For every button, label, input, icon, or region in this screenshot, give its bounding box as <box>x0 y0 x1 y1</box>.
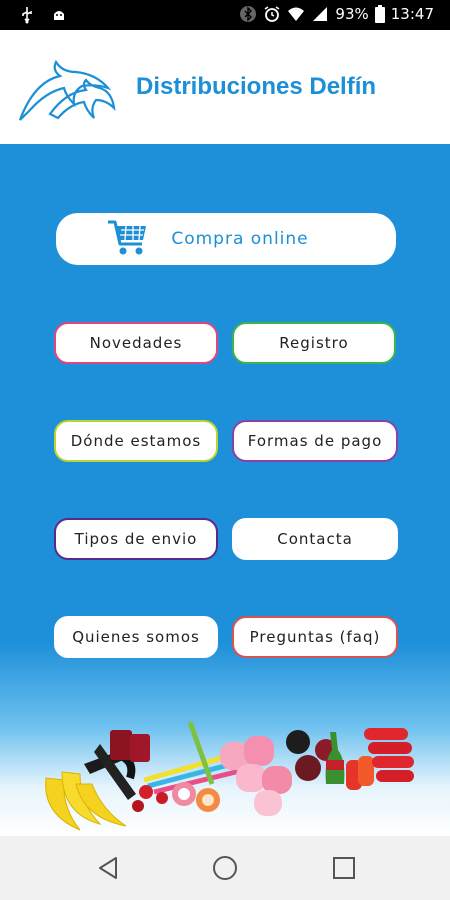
signal-icon <box>313 7 328 21</box>
tipos-de-envio-button[interactable]: Tipos de envio <box>54 518 218 560</box>
donde-estamos-button[interactable]: Dónde estamos <box>54 420 218 462</box>
dolphins-logo-icon <box>18 59 116 121</box>
online-shop-label: Compra online <box>171 229 309 249</box>
battery-percent: 93% <box>335 5 369 23</box>
contacta-button[interactable]: Contacta <box>232 518 398 560</box>
formas-de-pago-button[interactable]: Formas de pago <box>232 420 398 462</box>
recents-icon[interactable] <box>330 854 358 882</box>
donde-estamos-label: Dónde estamos <box>70 432 202 450</box>
brand-title: Distribuciones Delfín <box>136 73 377 100</box>
registro-label: Registro <box>279 334 349 352</box>
main-menu: Compra online Novedades Registro Dónde e… <box>0 144 450 836</box>
navigation-bar <box>0 836 450 900</box>
status-bar-left <box>18 6 68 24</box>
novedades-label: Novedades <box>89 334 183 352</box>
preguntas-faq-button[interactable]: Preguntas (faq) <box>232 616 398 658</box>
contacta-label: Contacta <box>277 530 353 548</box>
wifi-icon <box>288 7 305 21</box>
tipos-de-envio-label: Tipos de envio <box>74 530 198 548</box>
formas-de-pago-label: Formas de pago <box>247 432 383 450</box>
status-bar-right: 93% 13:47 <box>239 5 434 23</box>
status-bar: 93% 13:47 <box>0 0 450 30</box>
novedades-button[interactable]: Novedades <box>54 322 218 364</box>
registro-button[interactable]: Registro <box>232 322 396 364</box>
back-icon[interactable] <box>94 854 122 882</box>
bluetooth-icon <box>240 6 257 22</box>
android-debug-icon <box>54 11 64 20</box>
candies-illustration <box>45 721 414 831</box>
clock: 13:47 <box>390 5 434 23</box>
quienes-somos-button[interactable]: Quienes somos <box>54 616 218 658</box>
alarm-icon <box>264 6 280 22</box>
shopping-cart-icon <box>108 220 146 255</box>
usb-icon <box>22 7 32 24</box>
quienes-somos-label: Quienes somos <box>72 628 200 646</box>
app-header: Distribuciones Delfín <box>0 30 450 144</box>
home-icon[interactable] <box>211 854 239 882</box>
online-shop-button[interactable]: Compra online <box>56 213 396 265</box>
preguntas-faq-label: Preguntas (faq) <box>249 628 381 646</box>
battery-icon <box>374 5 385 23</box>
